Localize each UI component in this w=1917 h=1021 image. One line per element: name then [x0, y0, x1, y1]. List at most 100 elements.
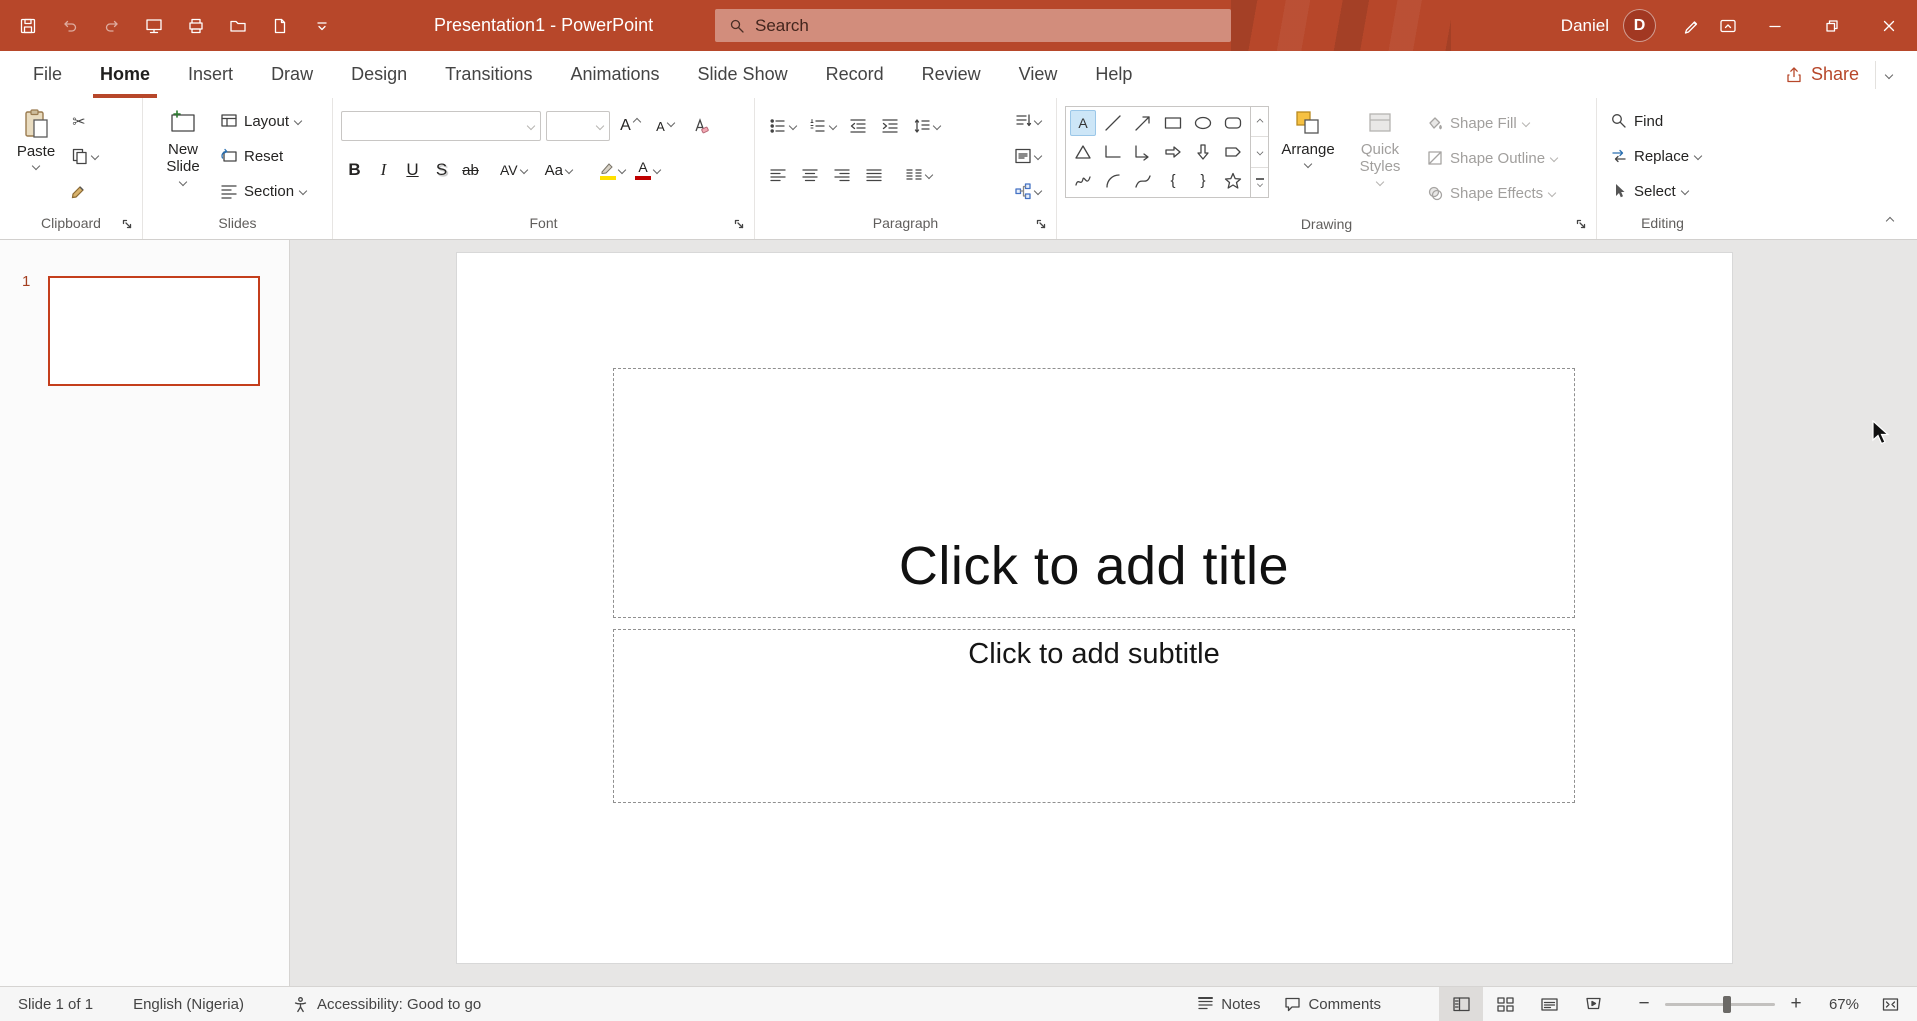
align-text-button[interactable] [1006, 141, 1048, 171]
save-button[interactable] [10, 8, 46, 44]
gallery-more-button[interactable] [1251, 168, 1268, 197]
tab-transitions[interactable]: Transitions [426, 51, 551, 98]
shape-elbow-arrow-connector[interactable] [1130, 139, 1156, 165]
tab-animations[interactable]: Animations [551, 51, 678, 98]
tab-review[interactable]: Review [903, 51, 1000, 98]
shape-left-brace[interactable]: { [1160, 168, 1186, 194]
line-spacing-button[interactable] [907, 111, 945, 141]
strikethrough-button[interactable]: ab [457, 155, 484, 185]
convert-to-smartart-button[interactable] [1006, 176, 1048, 206]
align-center-button[interactable] [795, 160, 825, 190]
justify-button[interactable] [859, 160, 889, 190]
subtitle-placeholder[interactable]: Click to add subtitle [613, 629, 1575, 803]
paragraph-dialog-launcher[interactable] [1034, 217, 1048, 231]
tab-design[interactable]: Design [332, 51, 426, 98]
shape-down-arrow[interactable] [1190, 139, 1216, 165]
notes-button[interactable]: Notes [1185, 987, 1272, 1021]
ribbon-display-options-button[interactable] [1710, 8, 1746, 44]
text-direction-button[interactable] [1006, 106, 1048, 136]
undo-button[interactable] [52, 8, 88, 44]
close-button[interactable] [1860, 0, 1917, 51]
slide-canvas[interactable]: Click to add title Click to add subtitle [290, 240, 1917, 986]
shape-textbox[interactable]: A [1070, 110, 1096, 136]
shape-fill-button[interactable]: Shape Fill [1421, 108, 1562, 138]
shape-oval[interactable] [1190, 110, 1216, 136]
accessibility-status[interactable]: Accessibility: Good to go [292, 996, 481, 1013]
shape-arrow[interactable] [1130, 110, 1156, 136]
columns-button[interactable] [899, 160, 937, 190]
align-right-button[interactable] [827, 160, 857, 190]
zoom-slider[interactable] [1665, 1003, 1775, 1006]
shape-curve[interactable] [1130, 168, 1156, 194]
share-dropdown[interactable] [1875, 61, 1901, 89]
shape-triangle[interactable] [1070, 139, 1096, 165]
zoom-level[interactable]: 67% [1817, 996, 1859, 1013]
font-size-combo[interactable] [546, 111, 610, 141]
character-spacing-button[interactable]: AV [496, 155, 531, 185]
font-name-combo[interactable] [341, 111, 541, 141]
shrink-font-button[interactable]: A [650, 111, 680, 141]
print-preview-button[interactable] [178, 8, 214, 44]
reset-button[interactable]: Reset [215, 141, 311, 171]
title-placeholder[interactable]: Click to add title [613, 368, 1575, 618]
zoom-out-button[interactable]: − [1633, 987, 1655, 1021]
shape-line[interactable] [1100, 110, 1126, 136]
customize-qat-button[interactable] [304, 8, 340, 44]
shape-arc[interactable] [1100, 168, 1126, 194]
shape-right-brace[interactable]: } [1190, 168, 1216, 194]
shape-effects-button[interactable]: Shape Effects [1421, 178, 1562, 208]
drawing-dialog-launcher[interactable] [1574, 217, 1588, 231]
underline-button[interactable]: U [399, 155, 426, 185]
shape-outline-button[interactable]: Shape Outline [1421, 143, 1562, 173]
cut-button[interactable]: ✂ [64, 106, 94, 136]
tab-help[interactable]: Help [1076, 51, 1151, 98]
collapse-ribbon-button[interactable] [1879, 212, 1901, 230]
start-slideshow-button[interactable] [136, 8, 172, 44]
replace-button[interactable]: Replace [1605, 141, 1706, 171]
shape-right-arrow[interactable] [1160, 139, 1186, 165]
change-case-button[interactable]: Aa [541, 155, 576, 185]
shape-rounded-rectangle[interactable] [1220, 110, 1246, 136]
bold-button[interactable]: B [341, 155, 368, 185]
decrease-indent-button[interactable] [843, 111, 873, 141]
search-box[interactable]: Search [715, 9, 1231, 42]
bullets-button[interactable] [763, 111, 801, 141]
grow-font-button[interactable]: A [615, 111, 645, 141]
tab-view[interactable]: View [1000, 51, 1077, 98]
redo-button[interactable] [94, 8, 130, 44]
tab-insert[interactable]: Insert [169, 51, 252, 98]
format-painter-button[interactable] [64, 176, 94, 206]
gallery-scroll-down[interactable] [1251, 137, 1268, 167]
slide-indicator[interactable]: Slide 1 of 1 [18, 996, 93, 1013]
shape-rectangle[interactable] [1160, 110, 1186, 136]
align-left-button[interactable] [763, 160, 793, 190]
copy-button[interactable] [64, 141, 104, 171]
slide-thumbnail[interactable] [48, 276, 260, 386]
slide[interactable]: Click to add title Click to add subtitle [456, 252, 1733, 964]
share-button[interactable]: Share [1777, 60, 1867, 89]
highlight-color-button[interactable] [596, 155, 629, 185]
slideshow-view-button[interactable] [1571, 987, 1615, 1021]
paste-button[interactable]: Paste [8, 98, 64, 207]
zoom-in-button[interactable]: + [1785, 987, 1807, 1021]
normal-view-button[interactable] [1439, 987, 1483, 1021]
language-indicator[interactable]: English (Nigeria) [133, 996, 244, 1013]
shape-pentagon[interactable] [1220, 139, 1246, 165]
slide-sorter-view-button[interactable] [1483, 987, 1527, 1021]
gallery-scroll-up[interactable] [1251, 107, 1268, 137]
layout-button[interactable]: Layout [215, 106, 311, 136]
maximize-button[interactable] [1803, 0, 1860, 51]
zoom-slider-handle[interactable] [1723, 996, 1731, 1013]
tab-home[interactable]: Home [81, 51, 169, 98]
new-document-button[interactable] [262, 8, 298, 44]
shape-scribble[interactable] [1070, 168, 1096, 194]
quick-styles-button[interactable]: Quick Styles [1347, 98, 1413, 208]
increase-indent-button[interactable] [875, 111, 905, 141]
user-name[interactable]: Daniel [1561, 16, 1609, 36]
open-button[interactable] [220, 8, 256, 44]
tab-draw[interactable]: Draw [252, 51, 332, 98]
new-slide-button[interactable]: New Slide [151, 98, 215, 207]
user-avatar[interactable]: D [1623, 9, 1656, 42]
fit-to-window-button[interactable] [1873, 987, 1907, 1021]
italic-button[interactable]: I [370, 155, 397, 185]
